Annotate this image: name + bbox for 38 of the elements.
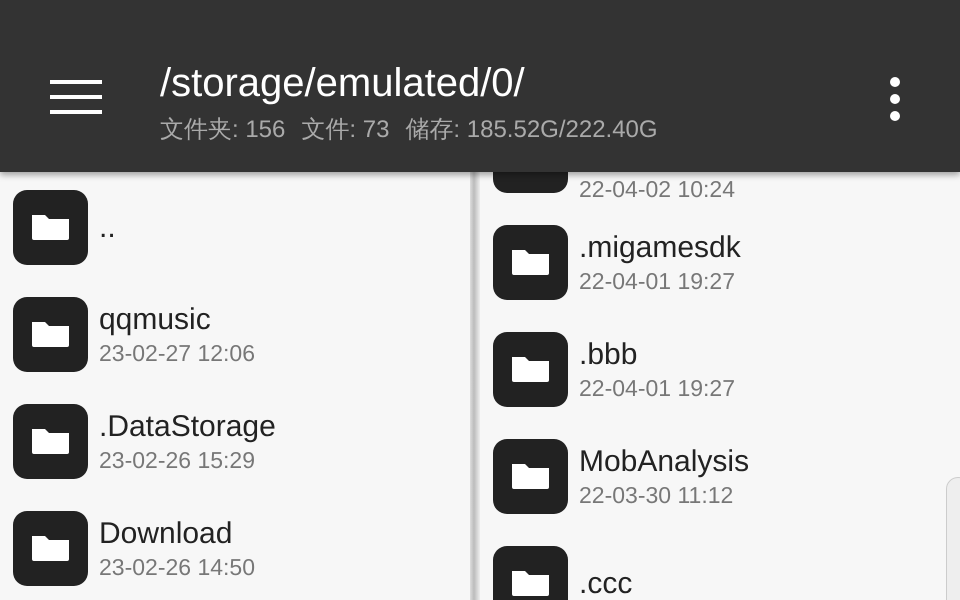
modified-date: 22-04-01 19:27 bbox=[579, 374, 736, 402]
folder-name: .DataStorage bbox=[99, 408, 276, 444]
folder-icon bbox=[13, 297, 88, 372]
folder-icon bbox=[13, 404, 88, 479]
folder-icon bbox=[493, 332, 568, 407]
modified-date: 23-02-26 14:50 bbox=[99, 552, 256, 582]
storage-summary-text: 文件: 73 bbox=[301, 115, 390, 145]
folder-icon bbox=[13, 190, 88, 265]
folder-name: Download bbox=[99, 516, 234, 552]
folder-name: qqmusic bbox=[99, 302, 212, 338]
folder-row[interactable]: .. bbox=[0, 190, 470, 297]
modified-date: 23-02-26 15:29 bbox=[99, 446, 256, 474]
modified-date: 23-02-27 12:06 bbox=[99, 338, 256, 368]
folder-row[interactable]: MobAnalysis 22-03-30 11:12 bbox=[480, 439, 920, 546]
menu-icon bbox=[50, 80, 102, 114]
folder-row[interactable]: .bbb 22-04-01 19:27 bbox=[480, 332, 920, 439]
folder-row[interactable]: qqmusic 23-02-27 12:06 bbox=[0, 297, 470, 404]
folder-row[interactable]: .ccc bbox=[480, 546, 920, 600]
folder-icon bbox=[13, 511, 88, 586]
folder-name: .bbb bbox=[579, 336, 638, 372]
folder-row[interactable]: .DataStorage 23-02-26 15:29 bbox=[0, 404, 470, 511]
folder-row[interactable]: 22-04-02 10:24 bbox=[480, 172, 920, 225]
storage-summary-text: 文件夹: 156 bbox=[160, 115, 286, 145]
folder-name: MobAnalysis bbox=[579, 444, 750, 480]
folder-icon bbox=[493, 546, 568, 600]
folder-row[interactable]: Download 23-02-26 14:50 bbox=[0, 511, 470, 600]
folder-icon bbox=[493, 225, 568, 300]
folder-icon bbox=[493, 439, 568, 514]
folder-name: .migamesdk bbox=[579, 230, 741, 266]
modified-date: 22-04-02 10:24 bbox=[579, 175, 736, 204]
modified-date: 22-04-01 19:27 bbox=[579, 266, 736, 296]
folder-row[interactable]: .migamesdk 22-04-01 19:27 bbox=[480, 225, 920, 332]
storage-summary-text: 储存: 185.52G/222.40G bbox=[405, 115, 658, 145]
folder-path: /storage/emulated/0/ bbox=[160, 60, 526, 106]
folder-name: .. bbox=[99, 210, 116, 246]
modified-date: 22-03-30 11:12 bbox=[579, 480, 734, 510]
folder-name: .ccc bbox=[579, 566, 632, 600]
menu-button[interactable] bbox=[50, 80, 102, 114]
